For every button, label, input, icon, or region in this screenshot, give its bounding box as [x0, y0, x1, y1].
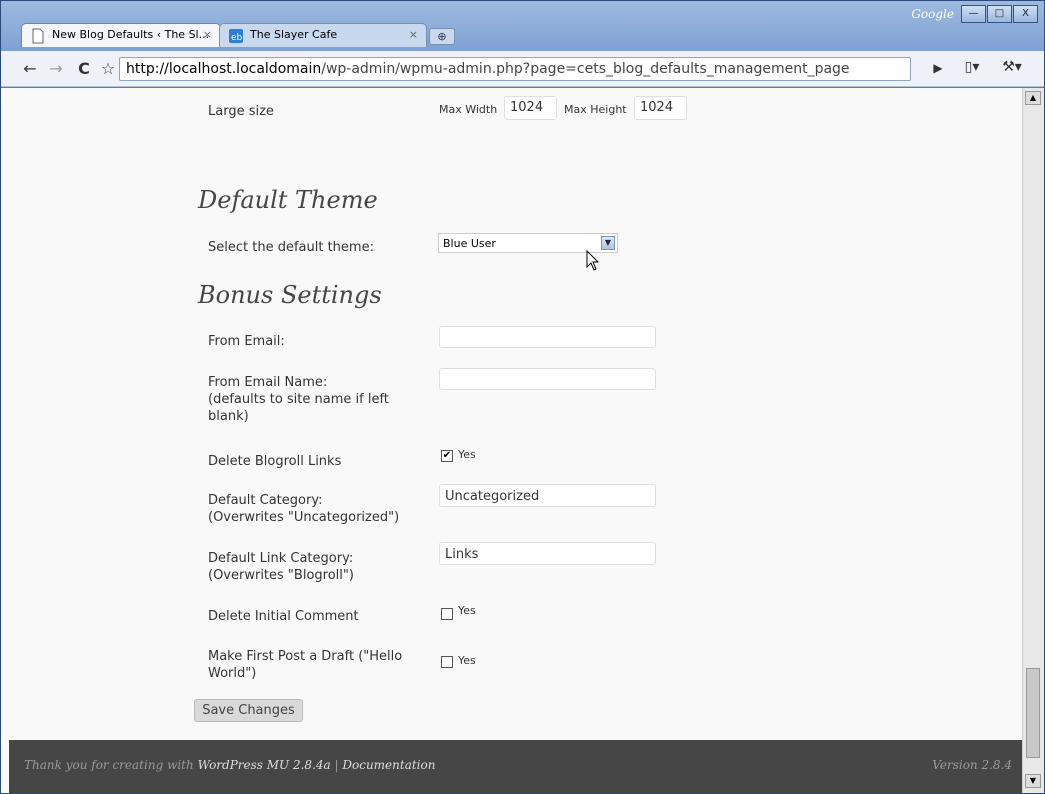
scroll-down-icon[interactable]: ▼ — [1025, 774, 1041, 788]
delete-blogroll-yes: Yes — [458, 448, 476, 461]
delete-initial-comment-checkbox[interactable] — [441, 608, 453, 620]
large-size-label: Large size — [208, 104, 274, 119]
scroll-up-icon[interactable]: ▲ — [1025, 91, 1041, 105]
window-controls: Google — □ X — [911, 5, 1038, 23]
mouse-cursor-icon — [586, 250, 600, 271]
default-link-category-label: Default Link Category: (Overwrites "Blog… — [208, 551, 354, 583]
from-email-name-label: From Email Name: (defaults to site name … — [208, 375, 389, 424]
documentation-link[interactable]: Documentation — [342, 758, 435, 772]
scrollbar-thumb[interactable] — [1026, 668, 1040, 758]
footer-version: Version 2.8.4 — [932, 758, 1012, 772]
default-theme-selected: Blue User — [443, 237, 496, 250]
tab-slayer-cafe[interactable]: eb The Slayer Cafe × — [219, 23, 427, 47]
delete-blogroll-label: Delete Blogroll Links — [208, 454, 342, 469]
footer: Thank you for creating with WordPress MU… — [9, 740, 1022, 793]
browser-toolbar: ← → C ☆ http://localhost.localdomain/wp-… — [1, 51, 1044, 87]
maximize-button[interactable]: □ — [987, 5, 1012, 23]
delete-initial-comment-yes: Yes — [458, 604, 476, 617]
browser-window: New Blog Defaults ‹ The Sl... × eb The S… — [0, 0, 1045, 794]
max-width-input[interactable]: 1024 — [504, 96, 557, 120]
default-theme-heading: Default Theme — [198, 186, 378, 214]
url-path: /wp-admin/wpmu-admin.php?page=cets_blog_… — [321, 61, 850, 77]
from-email-name-input[interactable] — [439, 368, 656, 390]
close-tab-icon[interactable]: × — [409, 28, 418, 41]
svg-text:eb: eb — [231, 33, 243, 43]
brand-label: Google — [911, 7, 954, 21]
default-theme-label: Select the default theme: — [208, 240, 374, 255]
bonus-settings-heading: Bonus Settings — [198, 281, 382, 309]
delete-initial-comment-label: Delete Initial Comment — [208, 609, 359, 624]
page-icon — [32, 28, 44, 44]
minimize-button[interactable]: — — [961, 5, 986, 23]
site-favicon-icon: eb — [229, 29, 243, 43]
footer-thanks: Thank you for creating with — [24, 758, 194, 772]
wrench-menu-icon[interactable]: ⚒▾ — [1001, 59, 1023, 75]
tab-label: The Slayer Cafe — [250, 28, 338, 41]
delete-blogroll-checkbox[interactable]: ✔ — [441, 450, 453, 462]
default-link-category-input[interactable]: Links — [439, 542, 656, 565]
from-email-label: From Email: — [208, 334, 285, 349]
bookmark-star-icon[interactable]: ☆ — [97, 59, 119, 78]
default-category-label: Default Category: (Overwrites "Uncategor… — [208, 493, 400, 525]
footer-separator: | — [334, 758, 339, 772]
first-post-draft-yes: Yes — [458, 654, 476, 667]
first-post-draft-label: Make First Post a Draft ("Hello World") — [208, 649, 403, 681]
chevron-down-icon[interactable]: ▼ — [601, 236, 615, 250]
default-category-input[interactable]: Uncategorized — [439, 484, 656, 507]
footer-credits: Thank you for creating with WordPress MU… — [24, 758, 435, 772]
reload-icon[interactable]: C — [73, 59, 95, 78]
save-changes-button[interactable]: Save Changes — [194, 699, 303, 722]
page-menu-icon[interactable]: ▯▾ — [961, 59, 983, 75]
back-arrow-icon[interactable]: ← — [19, 59, 41, 78]
max-height-label: Max Height — [564, 103, 627, 116]
tab-label: New Blog Defaults ‹ The Sl... — [52, 28, 210, 41]
tab-new-blog-defaults[interactable]: New Blog Defaults ‹ The Sl... × — [21, 23, 221, 47]
max-height-input[interactable]: 1024 — [634, 96, 687, 120]
from-email-input[interactable] — [439, 326, 656, 348]
vertical-scrollbar[interactable]: ▲ ▼ — [1022, 88, 1044, 793]
address-bar[interactable]: http://localhost.localdomain/wp-admin/wp… — [119, 57, 911, 81]
max-width-label: Max Width — [439, 103, 498, 116]
url-host: http://localhost.localdomain — [126, 61, 322, 77]
page-content: Large size Max Width 1024 Max Height 102… — [1, 88, 1022, 793]
close-tab-icon[interactable]: × — [203, 28, 212, 41]
new-tab-button[interactable]: ⊕ — [429, 28, 455, 45]
go-icon[interactable]: ▶ — [927, 61, 949, 75]
forward-arrow-icon[interactable]: → — [45, 59, 67, 78]
close-window-button[interactable]: X — [1013, 5, 1038, 23]
wordpress-mu-link[interactable]: WordPress MU 2.8.4a — [198, 758, 331, 772]
title-bar: New Blog Defaults ‹ The Sl... × eb The S… — [1, 1, 1044, 51]
first-post-draft-checkbox[interactable] — [441, 656, 453, 668]
